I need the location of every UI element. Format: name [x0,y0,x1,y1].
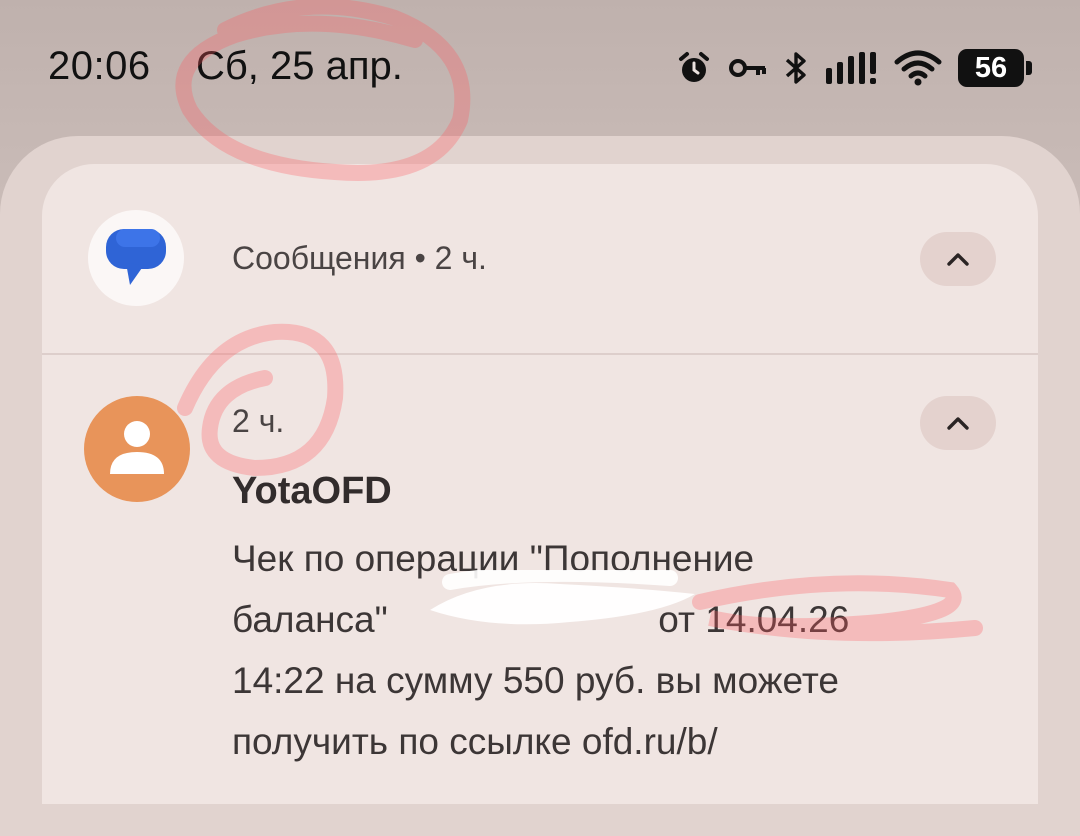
chat-bubble-icon [106,229,166,285]
message-text: от 14.04.26 [658,599,850,640]
message-line: баланса" от 14.04.26 [232,589,962,650]
signal-icon [826,52,876,84]
divider [42,353,1038,355]
alarm-icon [679,52,709,82]
collapse-group-button[interactable] [920,232,996,286]
clock: 20:06 [48,44,151,88]
message-line: получить по ссылке ofd.ru/b/ [232,721,718,762]
status-bar: 20:06 Сб, 25 апр. 56 [0,0,1080,140]
app-header: Сообщения • 2 ч. [232,240,487,276]
chevron-up-icon [947,417,969,430]
message-text: баланса" [232,599,388,640]
chevron-up-icon [947,253,969,266]
avatar [84,396,190,502]
message-time: 2 ч. [232,403,285,439]
wifi-icon [894,50,942,86]
messages-app-icon[interactable] [88,210,184,306]
battery-icon: 56 [958,49,1032,87]
message-line: Чек по операции "Пополнение [232,538,755,579]
status-icons: 56 [676,48,1032,88]
collapse-message-button[interactable] [920,396,996,450]
message-body: Чек по операции "Пополнение баланса" от … [232,528,962,772]
date: Сб, 25 апр. [196,44,403,88]
person-icon [110,421,164,474]
battery-level: 56 [958,49,1024,87]
vpn-key-icon [729,59,766,77]
sender-name: YotaOFD [232,470,392,512]
message-line: 14:22 на сумму 550 руб. вы можете [232,660,839,701]
bluetooth-icon [785,52,806,84]
